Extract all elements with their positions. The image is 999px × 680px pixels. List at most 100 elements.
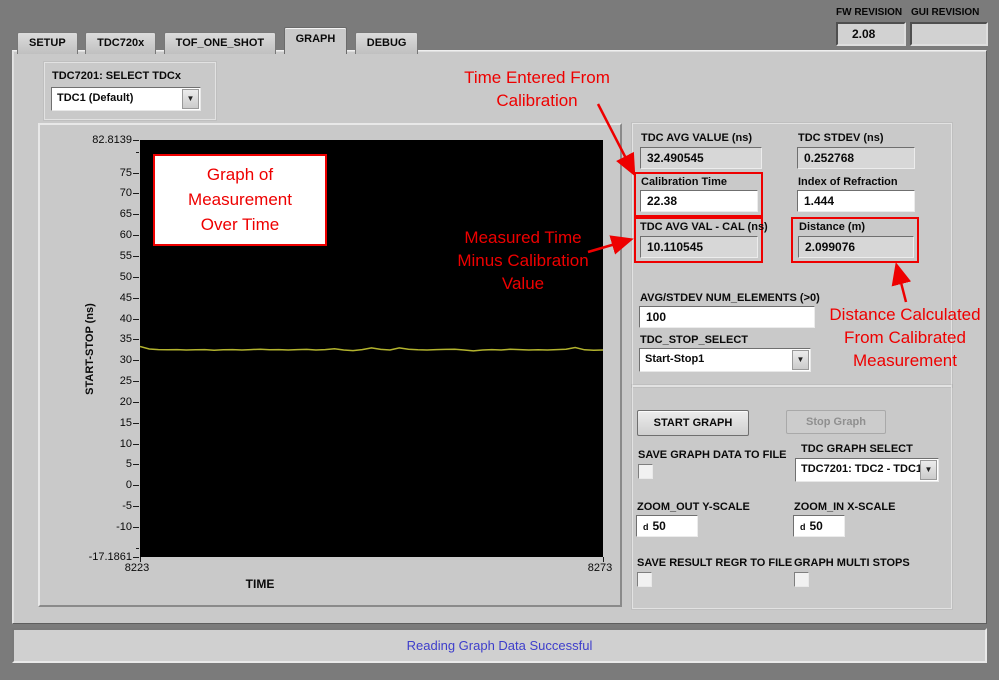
- y-tick-mark: [133, 527, 139, 528]
- y-tick-label: 5: [28, 458, 132, 470]
- y-tick-label: 75: [28, 167, 132, 179]
- y-tick-label: 30: [28, 354, 132, 366]
- start-graph-button[interactable]: START GRAPH: [637, 410, 749, 436]
- y-tick-label: -17.1861: [28, 551, 132, 563]
- y-tick-label: 35: [28, 333, 132, 345]
- y-tick-mark: [133, 485, 139, 486]
- multi-stops-checkbox[interactable]: [794, 572, 809, 587]
- y-tick-mark: [133, 173, 139, 174]
- graph-select-value: TDC7201: TDC2 - TDC1: [796, 459, 920, 479]
- distance-label: Distance (m): [799, 221, 865, 233]
- y-tick-mark: [133, 319, 139, 320]
- y-tick-label: 0: [28, 479, 132, 491]
- stop-select-value: Start-Stop1: [640, 349, 792, 369]
- y-tick-mark: [133, 339, 139, 340]
- y-tick-label: -5: [28, 500, 132, 512]
- y-tick-label: 20: [28, 396, 132, 408]
- graph-select-arrow-icon[interactable]: ▼: [920, 460, 937, 480]
- tab-strip: SETUP TDC720x TOF_ONE_SHOT GRAPH DEBUG: [17, 27, 421, 53]
- measured-annotation: Measured Time Minus Calibration Value: [457, 226, 588, 295]
- y-tick-mark: [133, 402, 139, 403]
- calibration-annotation: Time Entered From Calibration: [464, 66, 610, 112]
- y-tick-mark: [133, 277, 139, 278]
- tab-tof-one-shot[interactable]: TOF_ONE_SHOT: [164, 32, 276, 54]
- x-tick-label: 8223: [125, 562, 149, 574]
- application-window: SETUP TDC720x TOF_ONE_SHOT GRAPH DEBUG F…: [0, 0, 999, 680]
- y-tick-label: -10: [28, 521, 132, 533]
- zoom-in-radix: d: [800, 522, 806, 532]
- save-graph-label: SAVE GRAPH DATA TO FILE: [638, 449, 787, 461]
- zoom-out-input[interactable]: d50: [636, 515, 698, 537]
- gui-revision-value: [910, 22, 988, 46]
- tdc-avg-label: TDC AVG VALUE (ns): [641, 132, 752, 144]
- tdc-select-arrow-icon[interactable]: ▼: [182, 89, 199, 109]
- graph-select-dropdown[interactable]: TDC7201: TDC2 - TDC1 ▼: [795, 458, 939, 482]
- distance-value: 2.099076: [798, 236, 914, 258]
- zoom-in-input[interactable]: d 50: [793, 515, 845, 537]
- avg-minus-cal-label: TDC AVG VAL - CAL (ns): [640, 221, 768, 233]
- save-result-checkbox[interactable]: [637, 572, 652, 587]
- tdc-stdev-label: TDC STDEV (ns): [798, 132, 884, 144]
- zoom-in-value: 50: [810, 519, 823, 533]
- graph-select-label: TDC GRAPH SELECT: [801, 443, 913, 455]
- distance-annotation: Distance Calculated From Calibrated Meas…: [829, 303, 980, 372]
- y-tick-mark: [133, 381, 139, 382]
- y-tick-mark: [133, 214, 139, 215]
- y-tick-mark: [133, 360, 139, 361]
- tdc-avg-value: 32.490545: [640, 147, 762, 169]
- x-axis-title: TIME: [246, 577, 275, 591]
- y-tick-mark: [133, 256, 139, 257]
- tab-debug[interactable]: DEBUG: [355, 32, 419, 54]
- zoom-in-label: ZOOM_IN X-SCALE: [794, 501, 895, 513]
- tab-setup[interactable]: SETUP: [17, 32, 78, 54]
- y-tick-label: 82.8139: [28, 134, 132, 146]
- tab-tdc720x[interactable]: TDC720x: [85, 32, 156, 54]
- graph-annotation: Graph of Measurement Over Time: [153, 154, 327, 246]
- y-tick-mark: [133, 140, 139, 141]
- tdc-select-value: TDC1 (Default): [52, 88, 182, 108]
- y-tick-mark: [133, 235, 139, 236]
- y-tick-mark: [133, 423, 139, 424]
- stop-select-dropdown[interactable]: Start-Stop1 ▼: [639, 348, 811, 372]
- fw-revision-label: FW REVISION: [836, 7, 902, 18]
- y-tick-mark: [133, 193, 139, 194]
- save-graph-checkbox[interactable]: [638, 464, 653, 479]
- stop-select-label: TDC_STOP_SELECT: [640, 334, 748, 346]
- y-tick-mark: [133, 557, 139, 558]
- y-tick-label: 45: [28, 292, 132, 304]
- tab-graph[interactable]: GRAPH: [284, 27, 348, 54]
- num-elements-label: AVG/STDEV NUM_ELEMENTS (>0): [640, 292, 820, 304]
- calibration-time-input[interactable]: 22.38: [640, 190, 758, 212]
- y-tick-mark: [133, 444, 139, 445]
- calibration-time-label: Calibration Time: [641, 176, 727, 188]
- y-tick-label: 10: [28, 438, 132, 450]
- y-tick-label: 50: [28, 271, 132, 283]
- tdc-select-dropdown[interactable]: TDC1 (Default) ▼: [51, 87, 201, 111]
- stop-select-arrow-icon[interactable]: ▼: [792, 350, 809, 370]
- zoom-out-label: ZOOM_OUT Y-SCALE: [637, 501, 750, 513]
- y-tick-label: 15: [28, 417, 132, 429]
- refraction-input[interactable]: 1.444: [797, 190, 915, 212]
- x-tick-label: 8273: [588, 562, 612, 574]
- y-tick-label: 25: [28, 375, 132, 387]
- y-tick-mark: [136, 548, 139, 549]
- num-elements-input[interactable]: 100: [639, 306, 815, 328]
- status-bar: Reading Graph Data Successful: [12, 628, 987, 663]
- y-tick-mark: [133, 506, 139, 507]
- y-tick-mark: [133, 464, 139, 465]
- y-tick-label: 55: [28, 250, 132, 262]
- y-tick-mark: [133, 298, 139, 299]
- avg-minus-cal-value: 10.110545: [640, 236, 758, 258]
- zoom-out-radix: d: [643, 522, 649, 532]
- multi-stops-label: GRAPH MULTI STOPS: [794, 557, 910, 569]
- y-tick-label: 65: [28, 208, 132, 220]
- tdc-stdev-value: 0.252768: [797, 147, 915, 169]
- refraction-label: Index of Refraction: [798, 176, 898, 188]
- save-result-label: SAVE RESULT REGR TO FILE: [637, 557, 792, 569]
- y-tick-mark: [136, 152, 139, 153]
- y-tick-label: 70: [28, 187, 132, 199]
- stop-graph-button[interactable]: Stop Graph: [786, 410, 886, 434]
- tdc-select-label: TDC7201: SELECT TDCx: [52, 70, 181, 82]
- fw-revision-value: 2.08: [836, 22, 906, 46]
- y-tick-label: 40: [28, 313, 132, 325]
